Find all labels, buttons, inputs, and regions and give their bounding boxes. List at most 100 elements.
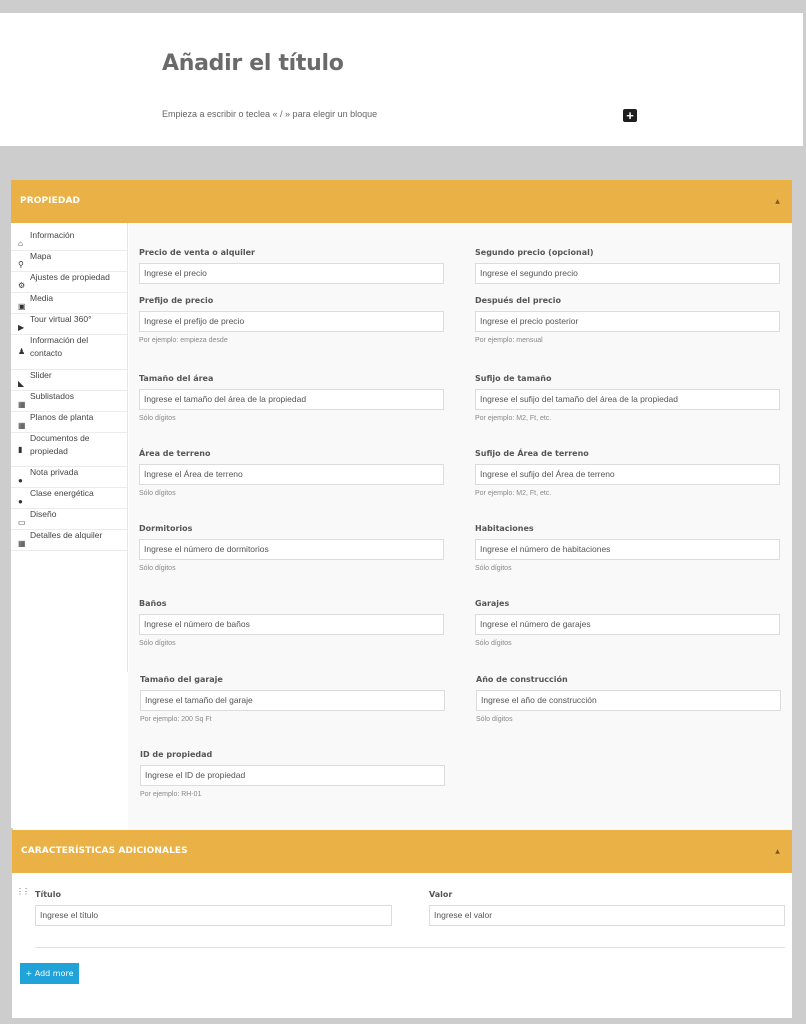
field-label: Prefijo de precio <box>139 296 214 305</box>
field-help-text: Por ejemplo: mensual <box>475 337 543 344</box>
field-help-text: Por ejemplo: 200 Sq Ft <box>140 716 212 723</box>
sidebar-item[interactable]: ● Clase energética <box>11 488 127 509</box>
user-icon: ♟ <box>18 347 26 356</box>
sidebar-item-label: Nota privada <box>30 467 79 477</box>
sidebar-item-label: Slider <box>30 370 52 380</box>
sidebar-item-label: Tour virtual 360° <box>30 314 92 324</box>
field-input[interactable]: Ingrese el precio <box>139 263 444 284</box>
field-label: Tamaño del área <box>139 374 214 383</box>
field-input[interactable]: Ingrese el número de habitaciones <box>475 539 780 560</box>
add-block-button[interactable]: + <box>623 109 637 122</box>
field-input[interactable]: Ingrese el número de dormitorios <box>139 539 444 560</box>
field-input[interactable]: Ingrese el Área de terreno <box>139 464 444 485</box>
sidebar-item[interactable]: ▦ Planos de planta <box>11 412 127 433</box>
propiedad-panel-header[interactable]: PROPIEDAD ▲ <box>11 180 792 223</box>
field-help-text: Sólo dígitos <box>475 640 512 647</box>
sidebar-item[interactable]: ⚲ Mapa <box>11 251 127 272</box>
field-label: Dormitorios <box>139 524 193 533</box>
sidebar-item-label: Detalles de alquiler <box>30 530 103 540</box>
feature-value-label: Valor <box>429 890 453 899</box>
field-label: Sufijo de tamaño <box>475 374 552 383</box>
field-help-text: Sólo dígitos <box>139 415 176 422</box>
field-label: Baños <box>139 599 167 608</box>
collapse-icon[interactable]: ▲ <box>775 830 780 873</box>
field-help-text: Por ejemplo: M2, Ft, etc. <box>475 415 552 422</box>
field-help-text: Sólo dígitos <box>139 490 176 497</box>
field-input[interactable]: Ingrese el prefijo de precio <box>139 311 444 332</box>
caracteristicas-panel: CARACTERÍSTICAS ADICIONALES ▲ ⋮⋮ Título … <box>12 830 792 1018</box>
sidebar-item-label: Información <box>30 230 75 240</box>
field-label: Área de terreno <box>139 449 211 458</box>
field-input[interactable]: Ingrese el número de garajes <box>475 614 780 635</box>
field-input[interactable]: Ingrese el ID de propiedad <box>140 765 445 786</box>
sidebar-item-label: Documentos de propiedad <box>30 433 90 456</box>
field-input[interactable]: Ingrese el número de baños <box>139 614 444 635</box>
home-icon: ⌂ <box>18 239 23 248</box>
sidebar-item-label: Media <box>30 293 54 303</box>
sidebar-item[interactable]: ▣ Media <box>11 293 127 314</box>
sidebar-item[interactable]: ♟ Información del contacto <box>11 335 127 370</box>
collapse-icon[interactable]: ▲ <box>775 180 780 223</box>
add-more-button[interactable]: + Add more <box>20 963 79 984</box>
image-icon: ▣ <box>18 302 26 311</box>
sidebar-item-label: Información del contacto <box>30 335 89 358</box>
feature-title-input[interactable]: Ingrese el título <box>35 905 392 926</box>
field-input[interactable]: Ingrese el tamaño del área de la propied… <box>139 389 444 410</box>
sidebar-item[interactable]: ▦ Sublistados <box>11 391 127 412</box>
field-help-text: Sólo dígitos <box>139 565 176 572</box>
editor-area: Añadir el título Empieza a escribir o te… <box>0 13 803 146</box>
field-input[interactable]: Ingrese el segundo precio <box>475 263 780 284</box>
sidebar-item-label: Mapa <box>30 251 52 261</box>
layout-icon: ▭ <box>18 518 26 527</box>
field-help-text: Sólo dígitos <box>139 640 176 647</box>
sidebar-item[interactable]: ▭ Diseño <box>11 509 127 530</box>
field-input[interactable]: Ingrese el tamaño del garaje <box>140 690 445 711</box>
field-help-text: Sólo dígitos <box>476 716 513 723</box>
sidebar-item[interactable]: ◣ Slider <box>11 370 127 391</box>
field-input[interactable]: Ingrese el sufijo del Área de terreno <box>475 464 780 485</box>
field-help-text: Por ejemplo: RH-01 <box>140 791 202 798</box>
feature-title-label: Título <box>35 890 61 899</box>
field-label: ID de propiedad <box>140 750 213 759</box>
sidebar-item-label: Planos de planta <box>30 412 94 422</box>
gear-icon: ⚙ <box>18 281 26 290</box>
sidebar-item-label: Diseño <box>30 509 57 519</box>
field-input[interactable]: Ingrese el sufijo del tamaño del área de… <box>475 389 780 410</box>
caracteristicas-panel-header[interactable]: CARACTERÍSTICAS ADICIONALES ▲ <box>12 830 792 873</box>
field-input[interactable]: Ingrese el año de construcción <box>476 690 781 711</box>
grid-icon: ▦ <box>18 400 26 409</box>
propiedad-panel-title: PROPIEDAD <box>20 196 81 206</box>
field-label: Garajes <box>475 599 510 608</box>
field-label: Sufijo de Área de terreno <box>475 449 589 458</box>
bulb-icon: ● <box>18 497 23 506</box>
sidebar-item[interactable]: ▶ Tour virtual 360° <box>11 314 127 335</box>
field-label: Año de construcción <box>476 675 568 684</box>
video-icon: ▶ <box>18 323 25 332</box>
divider <box>35 947 785 948</box>
bulb-icon: ● <box>18 476 23 485</box>
feature-value-input[interactable]: Ingrese el valor <box>429 905 785 926</box>
field-help-text: Por ejemplo: empieza desde <box>139 337 228 344</box>
field-label: Precio de venta o alquiler <box>139 248 255 257</box>
field-input[interactable]: Ingrese el precio posterior <box>475 311 780 332</box>
grid-icon: ▦ <box>18 539 26 548</box>
field-label: Después del precio <box>475 296 561 305</box>
sidebar-item[interactable]: ⌂ Información <box>11 230 127 251</box>
slider-icon: ◣ <box>18 379 25 388</box>
field-help-text: Sólo dígitos <box>475 565 512 572</box>
post-title[interactable]: Añadir el título <box>162 51 344 76</box>
sidebar-item[interactable]: ● Nota privada <box>11 467 127 488</box>
sidebar-item-label: Ajustes de propiedad <box>30 272 110 282</box>
drag-handle-icon[interactable]: ⋮⋮ <box>16 887 30 896</box>
sidebar-item-label: Clase energética <box>30 488 94 498</box>
document-icon: ▮ <box>18 445 23 454</box>
caracteristicas-panel-title: CARACTERÍSTICAS ADICIONALES <box>21 846 188 856</box>
field-label: Habitaciones <box>475 524 534 533</box>
grid-icon: ▦ <box>18 421 26 430</box>
sidebar-item[interactable]: ▦ Detalles de alquiler <box>11 530 127 551</box>
block-hint[interactable]: Empieza a escribir o teclea « / » para e… <box>162 109 377 119</box>
sidebar-item-label: Sublistados <box>30 391 74 401</box>
sidebar-item[interactable]: ▮ Documentos de propiedad <box>11 433 127 467</box>
field-help-text: Por ejemplo: M2, Ft, etc. <box>475 490 552 497</box>
sidebar-item[interactable]: ⚙ Ajustes de propiedad <box>11 272 127 293</box>
